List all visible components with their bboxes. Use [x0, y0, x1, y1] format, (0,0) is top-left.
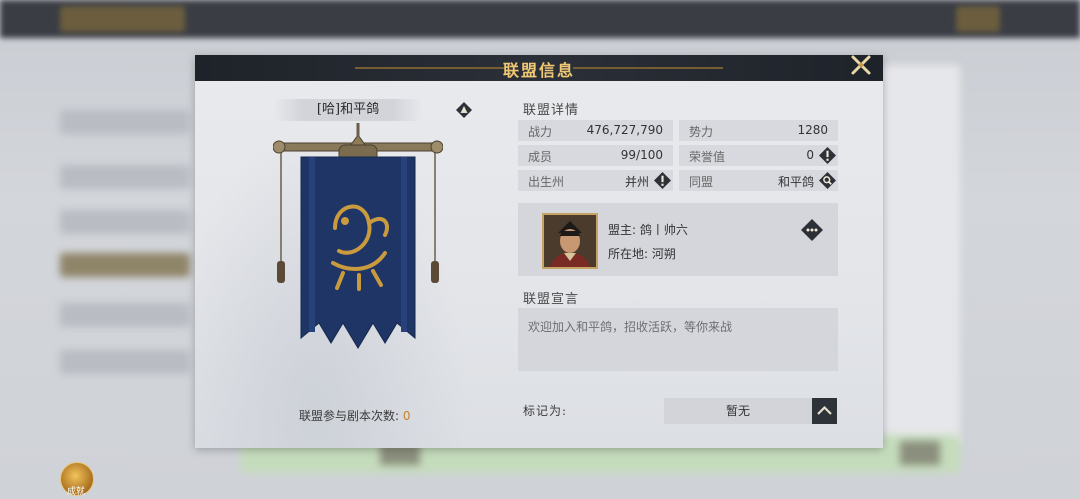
stat-value: 99/100	[620, 148, 663, 162]
stat-label: 势力	[689, 125, 714, 139]
stat-power: 战力 476,727,790	[518, 120, 673, 141]
leader-name: 盟主: 鸽丨帅六	[608, 223, 688, 237]
stat-honor: 荣誉值 0	[679, 145, 838, 166]
stat-label: 同盟	[689, 175, 714, 189]
stat-influence: 势力 1280	[679, 120, 838, 141]
info-icon[interactable]	[654, 172, 671, 189]
raid-count-row: 联盟参与剧本次数: 0	[299, 407, 411, 424]
background-button-block	[956, 6, 1000, 32]
info-icon[interactable]	[819, 147, 836, 164]
background-menu-row	[60, 210, 190, 234]
close-icon[interactable]	[847, 51, 875, 79]
background-menu-row	[60, 165, 190, 189]
declaration-text: 欢迎加入和平鸽，招收活跃，等你来战	[528, 320, 733, 334]
background-right-panel	[880, 65, 960, 445]
dialog-title-bar: 联盟信息	[195, 55, 883, 81]
background-menu-row	[60, 303, 190, 327]
background-title-block	[60, 6, 185, 32]
stat-ally: 同盟 和平鸽	[679, 170, 838, 191]
raid-count-value: 0	[402, 409, 411, 423]
mark-dropdown[interactable]: 暂无	[664, 398, 812, 424]
leader-card: 盟主: 鸽丨帅六 所在地: 河朔	[518, 203, 838, 276]
stat-value: 1280	[797, 123, 828, 137]
more-options-icon[interactable]	[801, 219, 823, 241]
background-menu-row	[60, 350, 190, 374]
background-left-menu	[0, 45, 200, 445]
dialog-title: 联盟信息	[502, 61, 575, 80]
alliance-banner	[273, 123, 443, 349]
leader-location: 所在地: 河朔	[608, 247, 676, 261]
leader-avatar[interactable]	[542, 213, 598, 269]
warning-icon[interactable]	[456, 102, 472, 118]
stat-birth-state: 出生州 并州	[518, 170, 673, 191]
stat-value: 0	[806, 148, 814, 162]
stat-value: 和平鸽	[777, 175, 814, 189]
stat-label: 战力	[528, 125, 553, 139]
background-menu-row	[60, 110, 190, 134]
stat-label: 荣誉值	[689, 150, 726, 164]
chevron-up-icon[interactable]	[812, 398, 837, 424]
background-menu-row-selected	[60, 253, 190, 277]
declaration-box: 欢迎加入和平鸽，招收活跃，等你来战	[518, 308, 838, 371]
search-icon[interactable]	[819, 172, 836, 189]
leader-portrait-image	[544, 215, 596, 267]
alliance-name-tag: [哈]和平鸽	[273, 99, 423, 121]
stat-label: 成员	[528, 150, 553, 164]
details-section-title: 联盟详情	[523, 103, 580, 118]
mark-label: 标记为:	[523, 404, 568, 418]
alliance-info-dialog: 联盟信息 [哈]和平鸽 联盟参与剧本次数: 0 联盟详情 战力 476,727,…	[195, 55, 883, 448]
stat-members: 成员 99/100	[518, 145, 673, 166]
declaration-section-title: 联盟宣言	[523, 292, 580, 307]
background-top-bar	[0, 0, 1080, 38]
achievement-coin-label: 成就	[66, 487, 85, 497]
raid-count-label: 联盟参与剧本次数:	[299, 409, 400, 423]
stat-value: 476,727,790	[586, 123, 663, 137]
stat-label: 出生州	[528, 175, 565, 189]
stat-value: 并州	[624, 175, 649, 189]
background-bottom-block	[900, 441, 940, 465]
